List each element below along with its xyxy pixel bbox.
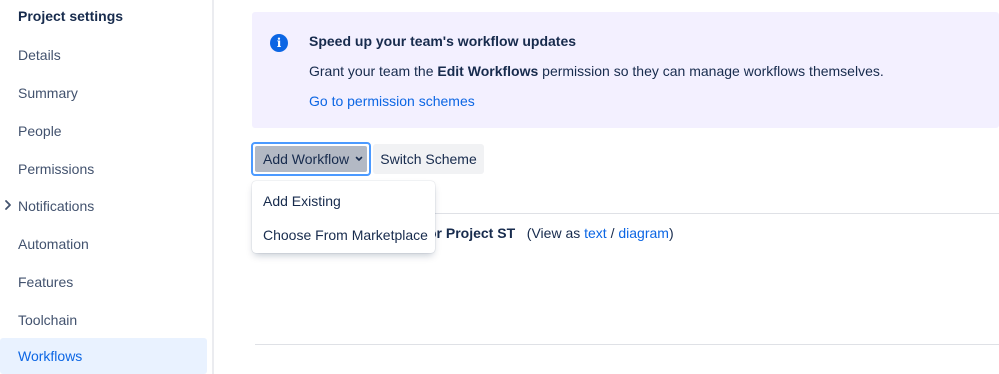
sidebar-item-label: Automation xyxy=(18,236,89,252)
workflow-title-row: ow for Project ST (View as text / diagra… xyxy=(400,225,674,241)
view-as-separator: / xyxy=(606,225,619,241)
permission-schemes-link[interactable]: Go to permission schemes xyxy=(309,93,475,109)
divider xyxy=(255,344,999,345)
sidebar-item-features[interactable]: Features xyxy=(0,264,207,300)
banner-text: Grant your team the Edit Workflows permi… xyxy=(309,63,884,79)
add-workflow-label: Add Workflow xyxy=(263,151,350,167)
add-workflow-button-body[interactable]: Add Workflow xyxy=(255,146,367,172)
sidebar-item-toolchain[interactable]: Toolchain xyxy=(0,302,207,338)
sidebar-item-label: Details xyxy=(18,47,61,63)
add-workflow-button[interactable]: Add Workflow xyxy=(251,142,371,176)
sidebar-item-people[interactable]: People xyxy=(0,113,207,149)
sidebar-title: Project settings xyxy=(18,8,124,24)
sidebar-item-label: Permissions xyxy=(18,161,95,177)
banner-text-after: permission so they can manage workflows … xyxy=(538,63,884,79)
sidebar-item-label: Summary xyxy=(18,85,78,101)
sidebar-item-notifications[interactable]: Notifications xyxy=(0,188,207,224)
sidebar-item-workflows[interactable]: Workflows xyxy=(0,338,207,374)
view-as-prefix: (View as xyxy=(526,225,585,241)
chevron-down-icon xyxy=(355,156,363,161)
view-as-diagram-link[interactable]: diagram xyxy=(618,225,669,241)
sidebar-item-label: Features xyxy=(18,274,74,290)
sidebar-item-permissions[interactable]: Permissions xyxy=(0,151,207,187)
info-banner: i Speed up your team's workflow updates … xyxy=(252,12,999,128)
sidebar-item-summary[interactable]: Summary xyxy=(0,75,207,111)
divider xyxy=(430,213,999,214)
view-as-suffix: ) xyxy=(668,225,674,241)
sidebar: Project settings Details Summary People … xyxy=(0,0,214,374)
sidebar-item-automation[interactable]: Automation xyxy=(0,226,207,262)
chevron-right-icon[interactable] xyxy=(3,198,13,212)
sidebar-item-label: Workflows xyxy=(18,348,83,364)
info-icon: i xyxy=(270,34,288,52)
sidebar-item-label: Notifications xyxy=(18,198,95,214)
banner-text-before: Grant your team the xyxy=(309,63,438,79)
sidebar-item-details[interactable]: Details xyxy=(0,37,207,73)
view-as-text-link[interactable]: text xyxy=(584,225,607,241)
menu-item-choose-from-marketplace[interactable]: Choose From Marketplace xyxy=(252,218,435,252)
sidebar-item-label: People xyxy=(18,123,62,139)
switch-scheme-button[interactable]: Switch Scheme xyxy=(373,144,484,174)
banner-text-bold: Edit Workflows xyxy=(437,63,539,79)
banner-title: Speed up your team's workflow updates xyxy=(309,33,577,49)
sidebar-item-label: Toolchain xyxy=(18,312,78,328)
add-workflow-dropdown: Add Existing Choose From Marketplace xyxy=(252,181,435,253)
menu-item-add-existing[interactable]: Add Existing xyxy=(252,184,435,218)
